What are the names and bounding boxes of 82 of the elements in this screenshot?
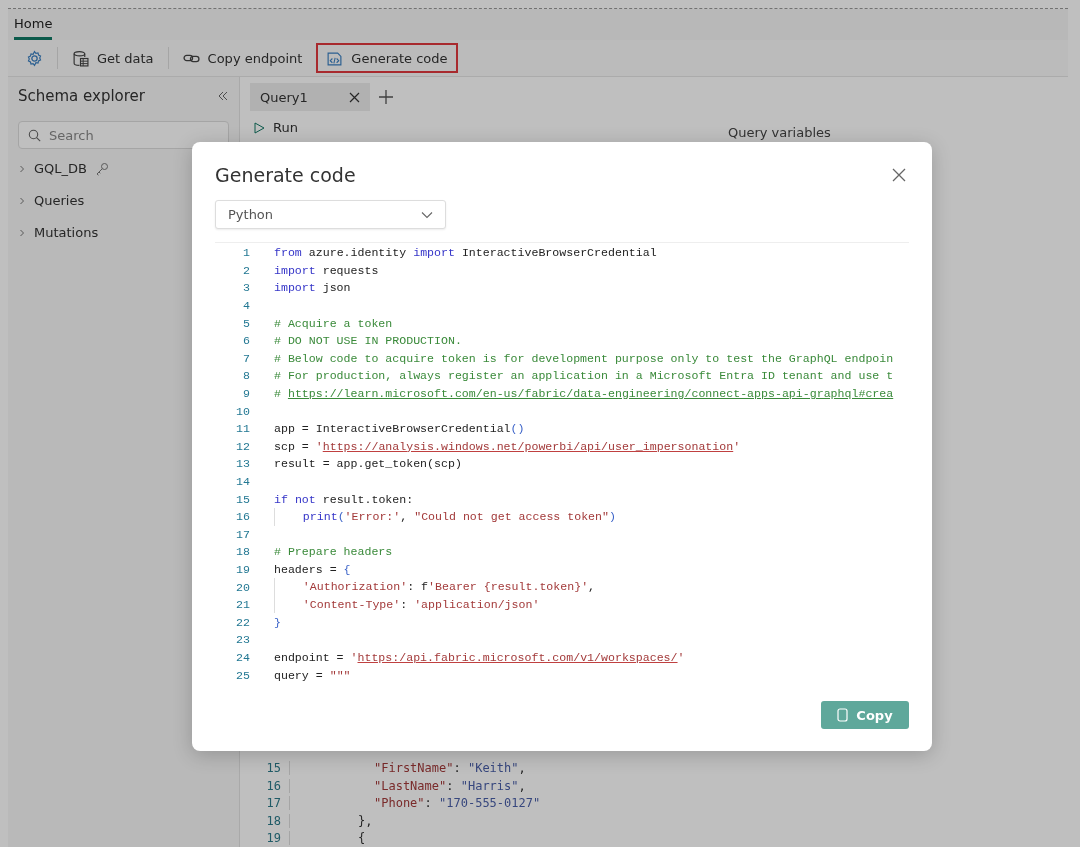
key-icon [95, 161, 109, 176]
code-line: # For production, always register an application in a Microsoft Entra ID tenant and use t [274, 369, 894, 383]
line-number: 1 [242, 246, 250, 260]
line-number: 13 [235, 457, 250, 471]
line-number: 24 [235, 650, 250, 664]
line-number: 11 [235, 422, 250, 436]
line-number: 8 [242, 369, 250, 383]
code-line: 'Authorization': f'Bearer {result.token}', [274, 578, 596, 596]
code-line: # Acquire a token [274, 316, 393, 330]
chevron-down-icon [421, 210, 433, 219]
add-icon[interactable] [378, 89, 394, 105]
code-line: if not result.token: [274, 492, 414, 506]
line-number: 17 [235, 527, 250, 541]
database-icon [72, 49, 89, 67]
code-line: { [357, 831, 366, 846]
line-number: 2 [242, 263, 250, 277]
chevron-icon[interactable] [18, 164, 26, 173]
tree-item[interactable]: Mutations [34, 225, 99, 240]
code-line: from azure.identity import InteractiveBrowserCredential [274, 246, 657, 260]
line-number: 21 [235, 598, 250, 612]
code-line: import requests [274, 263, 379, 277]
code-line: # Below code to acquire token is for development purpose only to test the GraphQL endpoin [274, 351, 894, 365]
line-number: 15 [235, 492, 250, 506]
line-number: 18 [240, 813, 290, 828]
line-number: 19 [235, 563, 250, 576]
line-number: 6 [242, 334, 250, 348]
tree-item[interactable]: Queries [34, 193, 85, 208]
line-number: 20 [235, 580, 250, 594]
code-line: }, [357, 813, 373, 828]
code-line: scp = 'https://analysis.windows.net/powerbi/api/user_impersonation' [274, 439, 741, 453]
line-number: 5 [242, 316, 250, 330]
search-field[interactable]: Search [18, 121, 229, 149]
query-tab[interactable]: Query1 [250, 83, 370, 111]
line-number: 16 [240, 778, 290, 793]
code-line: query = """ [274, 668, 351, 682]
play-icon [254, 121, 265, 134]
code-line: app = InteractiveBrowserCredential() [274, 422, 525, 436]
line-number: 10 [235, 404, 250, 418]
close-icon[interactable] [349, 91, 360, 103]
search-icon [28, 129, 41, 142]
line-number: 17 [240, 796, 290, 811]
settings-icon [26, 49, 43, 67]
tree-item[interactable]: GQL_DB [34, 161, 87, 176]
get-data-button[interactable]: Get data [62, 43, 164, 73]
line-number: 16 [235, 510, 250, 524]
copy-icon [837, 708, 849, 722]
code-line: "Phone": "170-555-0127" [373, 796, 541, 811]
line-number: 9 [242, 387, 250, 401]
line-number: 25 [235, 668, 250, 682]
line-number: 19 [240, 831, 290, 846]
panel-title: Schema explorer [18, 87, 146, 105]
code-line: # Prepare headers [274, 545, 393, 559]
chevron-icon[interactable] [18, 228, 26, 237]
generate-code-button[interactable]: Generate code [316, 43, 458, 73]
copy-endpoint-button[interactable]: Copy endpoint [172, 43, 313, 73]
code-line: "LastName": "Harris", [373, 778, 526, 793]
code-line: # DO NOT USE IN PRODUCTION. [274, 334, 462, 348]
line-number: 12 [235, 439, 250, 453]
chevron-icon[interactable] [18, 196, 26, 205]
section-heading: Query variables [727, 125, 831, 140]
code-line: import json [274, 281, 351, 295]
line-number: 7 [242, 351, 250, 365]
run-button[interactable]: Run [254, 120, 298, 135]
dialog-title: Generate code [215, 164, 356, 186]
line-number: 23 [235, 633, 250, 647]
code-line: endpoint = 'https:/api.fabric.microsoft.com/v1/workspaces/' [274, 650, 685, 664]
line-number: 3 [242, 281, 250, 295]
code-line: headers = { [274, 563, 351, 576]
line-number: 14 [235, 475, 250, 488]
code-line: } [274, 615, 281, 629]
code-line: 'Content-Type': 'application/json' [274, 595, 540, 614]
line-number: 4 [242, 299, 250, 313]
line-number: 15 [240, 761, 290, 776]
code-line: # https://learn.microsoft.com/en-us/fabric/data-engineering/connect-apps-api-graphql#crea [274, 387, 894, 401]
close-icon [892, 168, 906, 182]
code-line: print('Error:', "Could not get access token") [274, 507, 616, 526]
collapse-icon[interactable] [217, 90, 229, 102]
code-line: result = app.get_token(scp) [274, 457, 462, 471]
code-line: "FirstName": "Keith", [373, 761, 526, 776]
line-number: 18 [235, 545, 250, 559]
line-number: 22 [235, 615, 250, 629]
language-dropdown[interactable]: Python [215, 200, 446, 229]
